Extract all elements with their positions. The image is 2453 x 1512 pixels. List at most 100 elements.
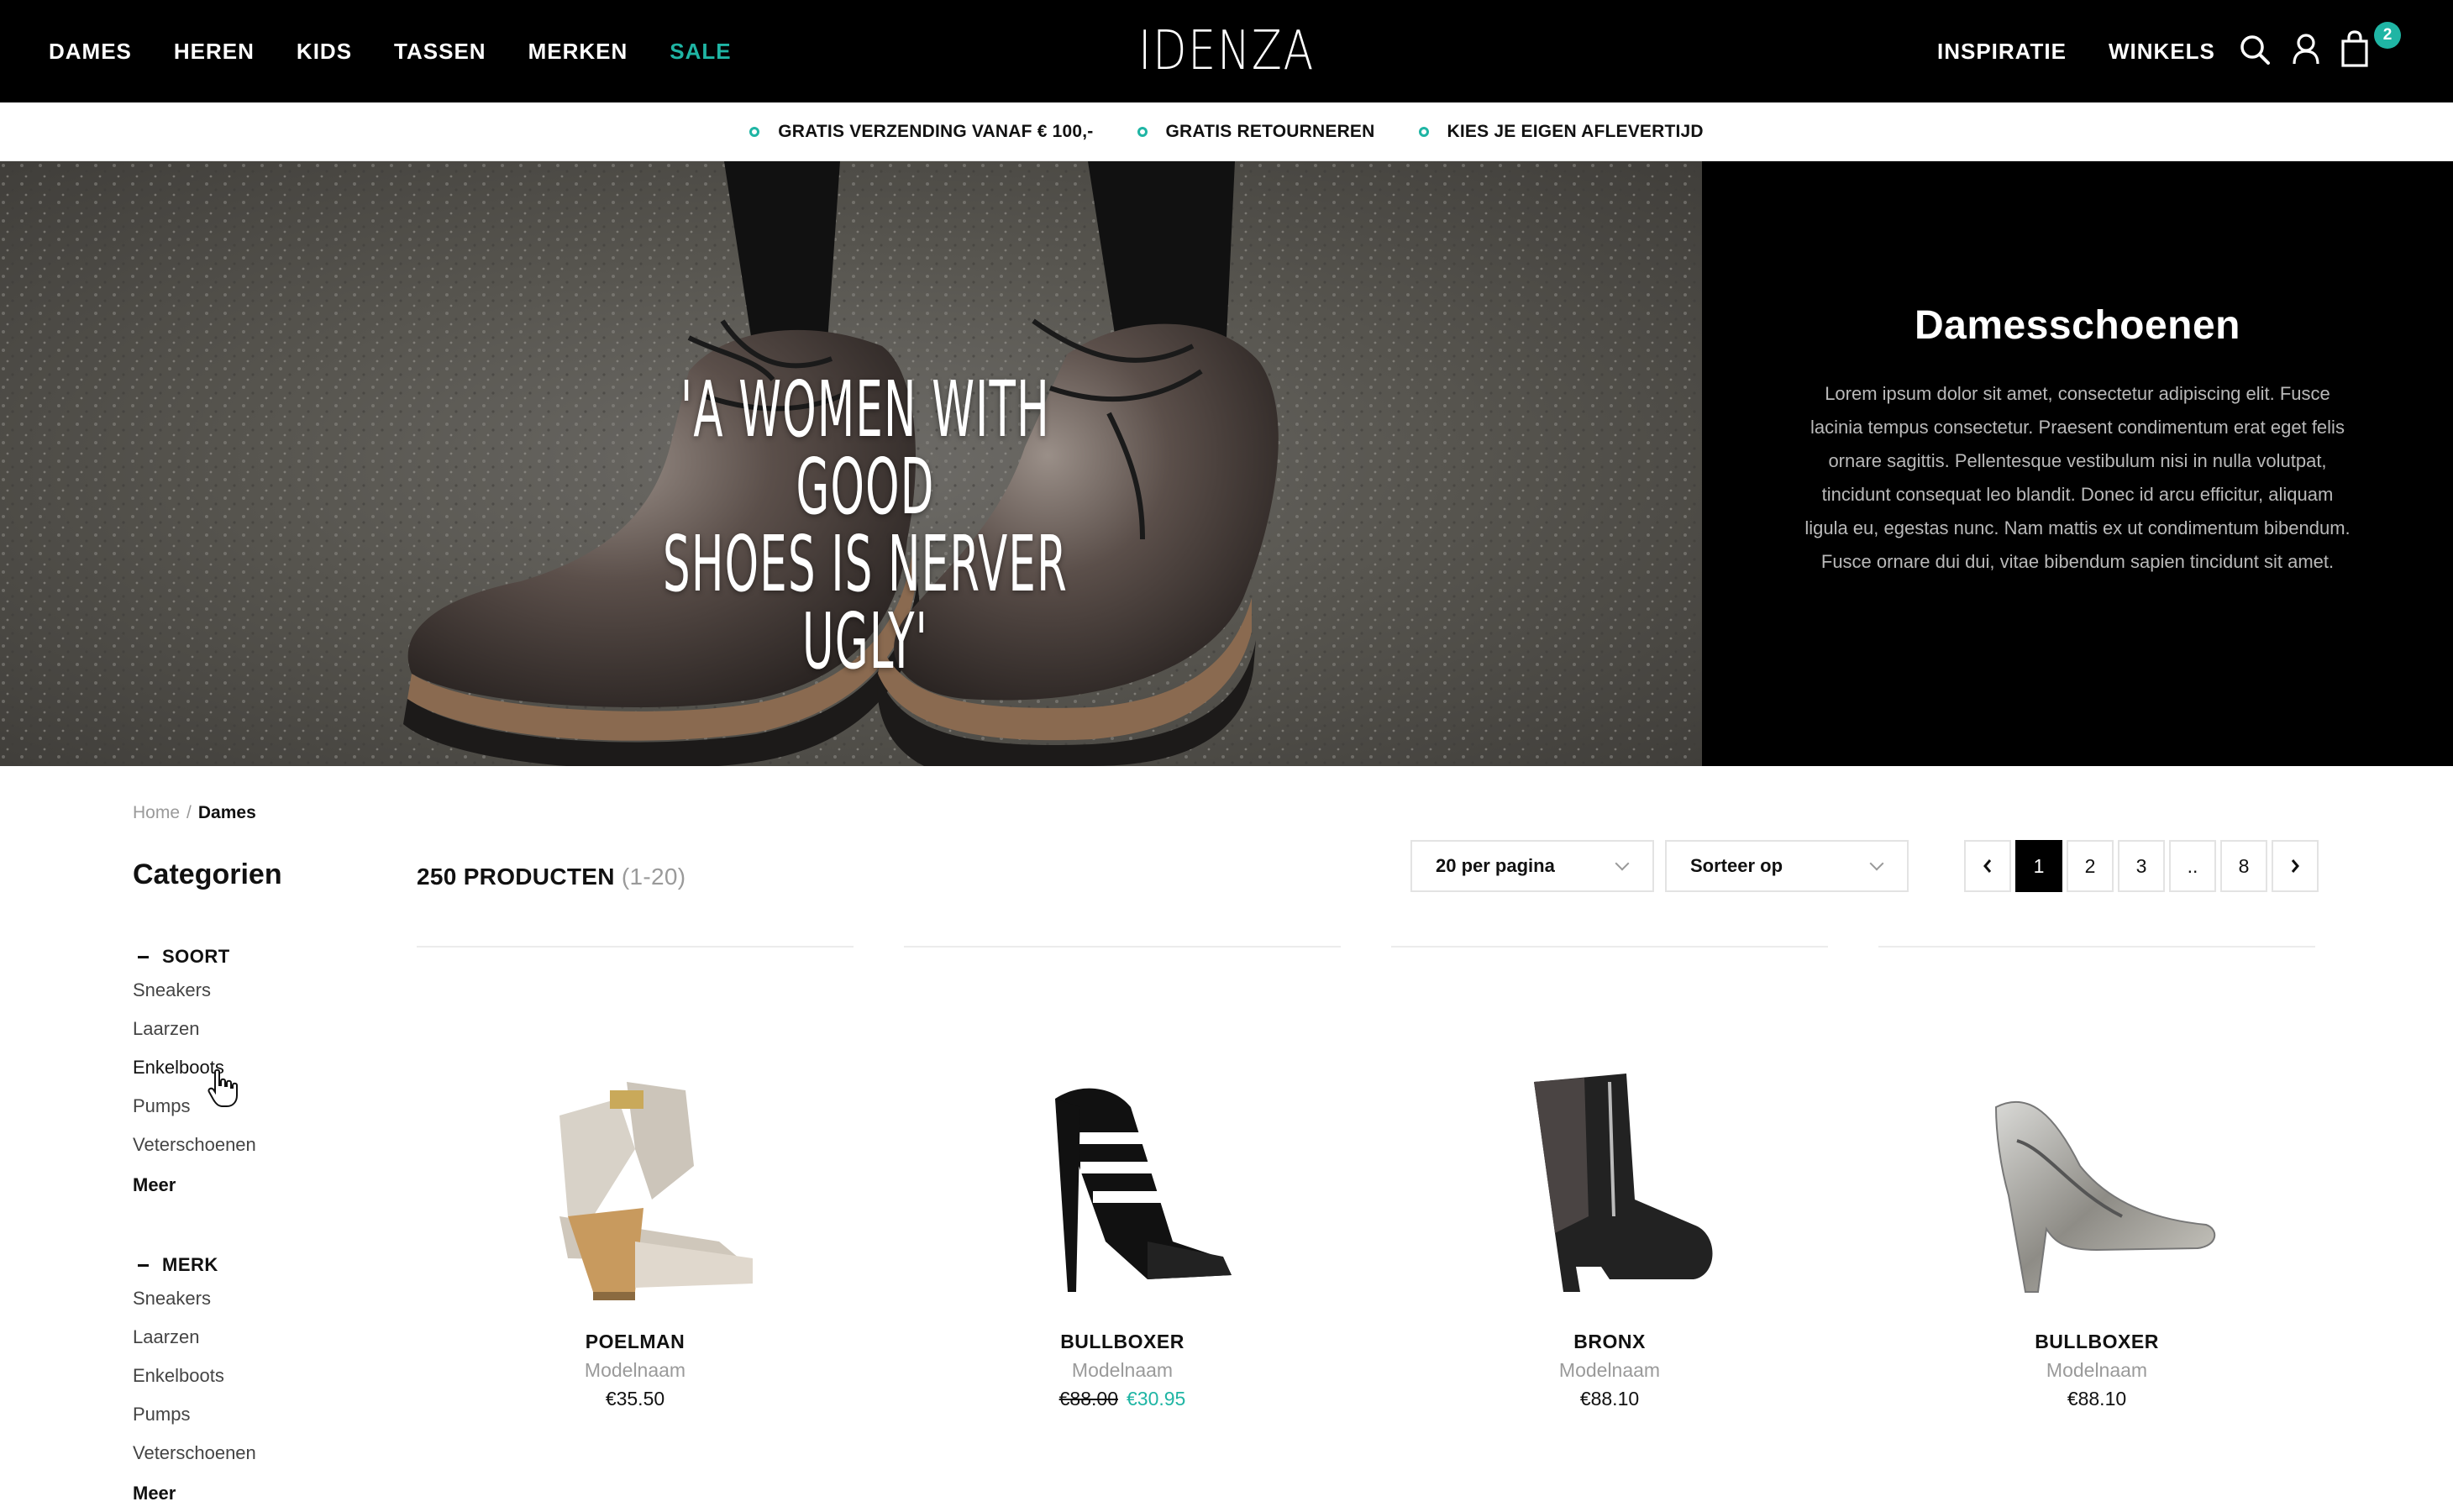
- usp-item: GRATIS VERZENDING VANAF € 100,-: [749, 122, 1093, 142]
- usp-item: GRATIS RETOURNEREN: [1137, 122, 1375, 142]
- nav-item-dames[interactable]: DAMES: [49, 39, 132, 65]
- nav-item-tassen[interactable]: TASSEN: [394, 39, 486, 65]
- hero-quote-line: 'A WOMEN WITH GOOD: [680, 365, 1050, 532]
- facet-toggle-merk[interactable]: MERK: [133, 1251, 256, 1279]
- product-brand: BULLBOXER: [2035, 1331, 2159, 1352]
- sort-select[interactable]: Sorteer op: [1665, 840, 1909, 892]
- cart-count-badge: 2: [2374, 22, 2401, 49]
- prev-page-button[interactable]: [1964, 840, 2011, 892]
- page-button-8[interactable]: 8: [2220, 840, 2267, 892]
- per-page-select[interactable]: 20 per pagina: [1410, 840, 1654, 892]
- user-icon[interactable]: [2287, 29, 2325, 71]
- hand-cursor-icon: [207, 1068, 238, 1107]
- filter-option[interactable]: Pumps: [133, 1395, 256, 1434]
- product-card[interactable]: BULLBOXER Modelnaam €88.00 €30.95: [904, 946, 1341, 1433]
- wedge-sandal-image: [559, 1082, 753, 1300]
- hero-title: Damesschoenen: [1915, 303, 2240, 348]
- product-brand: POELMAN: [585, 1331, 685, 1352]
- brand-logo[interactable]: IDENZA: [1138, 12, 1313, 91]
- product-model: Modelnaam: [584, 1359, 686, 1381]
- product-price: €88.10: [1391, 1388, 1828, 1410]
- show-more-link[interactable]: Meer: [133, 1473, 256, 1511]
- breadcrumb-current: Dames: [197, 803, 256, 822]
- chevron-left-icon: [1983, 859, 1992, 873]
- nav-item-winkels[interactable]: WINKELS: [2109, 39, 2215, 65]
- nav-item-sale[interactable]: SALE: [670, 39, 731, 65]
- product-model: Modelnaam: [1071, 1359, 1174, 1381]
- product-count-range: (1-20): [621, 864, 686, 890]
- usp-text: KIES JE EIGEN AFLEVERTIJD: [1447, 121, 1704, 141]
- hero-description: Lorem ipsum dolor sit amet, consectetur …: [1804, 383, 2351, 572]
- usp-item: KIES JE EIGEN AFLEVERTIJD: [1418, 121, 1704, 142]
- chevron-down-icon: [1615, 856, 1630, 871]
- product-card[interactable]: BULLBOXER Modelnaam €88.10: [1878, 946, 2315, 1433]
- bullet-icon: [1418, 126, 1429, 137]
- product-price: €35.50: [417, 1388, 854, 1410]
- usp-bar: GRATIS VERZENDING VANAF € 100,- GRATIS R…: [0, 102, 2453, 161]
- product-model: Modelnaam: [2046, 1359, 2148, 1381]
- facet-title: SOORT: [162, 946, 230, 967]
- product-brand: BRONX: [1573, 1331, 1646, 1352]
- show-more-link[interactable]: Meer: [133, 1164, 256, 1203]
- product-card[interactable]: BRONX Modelnaam €88.10: [1391, 946, 1828, 1433]
- bullet-icon: [749, 126, 760, 137]
- price-current: €88.10: [2067, 1388, 2127, 1410]
- nav-item-heren[interactable]: HEREN: [174, 39, 255, 65]
- per-page-value: 20 per pagina: [1436, 855, 1555, 876]
- minus-icon: [138, 955, 149, 958]
- filter-option[interactable]: Sneakers: [133, 1279, 256, 1318]
- filter-option[interactable]: Veterschoenen: [133, 1126, 256, 1164]
- chevron-right-icon: [2291, 859, 2299, 873]
- heeled-sandal-image: [1055, 1088, 1232, 1292]
- nav-item-merken[interactable]: MERKEN: [528, 39, 628, 65]
- filter-option[interactable]: Laarzen: [133, 1318, 256, 1357]
- product-price: €88.10: [1878, 1388, 2315, 1410]
- breadcrumb-home-link[interactable]: Home: [133, 803, 180, 823]
- main-menu: DAMES HEREN KIDS TASSEN MERKEN SALE: [49, 0, 774, 102]
- secondary-menu: INSPIRATIE WINKELS: [1937, 0, 2257, 102]
- hero-image: 'A WOMEN WITH GOOD SHOES IS NERVER UGLY': [0, 161, 1702, 766]
- product-brand: BULLBOXER: [1060, 1331, 1184, 1352]
- product-model: Modelnaam: [1558, 1359, 1661, 1381]
- price-old: €88.00: [1058, 1388, 1118, 1410]
- metallic-pump-image: [1994, 1100, 2216, 1293]
- facet-merk: MERK Sneakers Laarzen Enkelboots Pumps V…: [133, 1251, 256, 1511]
- facet-title: MERK: [162, 1254, 218, 1275]
- price-current: €88.10: [1579, 1388, 1640, 1410]
- categories-title: Categorien: [133, 858, 282, 890]
- page-button-3[interactable]: 3: [2118, 840, 2165, 892]
- breadcrumb-separator: /: [186, 803, 192, 822]
- price-current: €35.50: [605, 1388, 665, 1410]
- filter-option[interactable]: Laarzen: [133, 1010, 256, 1048]
- chevron-down-icon: [1869, 856, 1884, 871]
- breadcrumb: Home / Dames: [133, 803, 256, 823]
- product-price: €88.00 €30.95: [904, 1388, 1341, 1410]
- hero-quote-line: SHOES IS NERVER UGLY': [663, 519, 1068, 686]
- bag-icon[interactable]: [2335, 29, 2374, 71]
- top-navigation: DAMES HEREN KIDS TASSEN MERKEN SALE IDEN…: [0, 0, 2453, 102]
- page-button-2[interactable]: 2: [2067, 840, 2114, 892]
- page-ellipsis: ..: [2169, 840, 2216, 892]
- facet-toggle-soort[interactable]: SOORT: [133, 942, 256, 971]
- page-button-1[interactable]: 1: [2015, 840, 2062, 892]
- filter-option[interactable]: Sneakers: [133, 971, 256, 1010]
- minus-icon: [138, 1263, 149, 1267]
- filter-option[interactable]: Enkelboots: [133, 1357, 256, 1395]
- search-icon[interactable]: [2236, 29, 2275, 71]
- price-sale: €30.95: [1127, 1388, 1186, 1410]
- filter-option[interactable]: Veterschoenen: [133, 1434, 256, 1473]
- sort-value: Sorteer op: [1690, 855, 1783, 876]
- product-card[interactable]: POELMAN Modelnaam €35.50: [417, 946, 854, 1433]
- usp-text: GRATIS VERZENDING VANAF € 100,-: [778, 121, 1094, 141]
- product-count: 250 PRODUCTEN (1-20): [417, 864, 685, 890]
- pagination: 1 2 3 .. 8: [1964, 840, 2323, 892]
- product-count-total: 250 PRODUCTEN: [417, 864, 615, 890]
- nav-item-kids[interactable]: KIDS: [297, 39, 352, 65]
- bullet-icon: [1137, 126, 1148, 137]
- ankle-boot-image: [1534, 1074, 1713, 1292]
- nav-item-inspiratie[interactable]: INSPIRATIE: [1937, 39, 2067, 65]
- usp-text: GRATIS RETOURNEREN: [1165, 121, 1375, 141]
- hero-quote: 'A WOMEN WITH GOOD SHOES IS NERVER UGLY': [662, 371, 1069, 680]
- hero-text-panel: Damesschoenen Lorem ipsum dolor sit amet…: [1702, 161, 2453, 766]
- next-page-button[interactable]: [2272, 840, 2319, 892]
